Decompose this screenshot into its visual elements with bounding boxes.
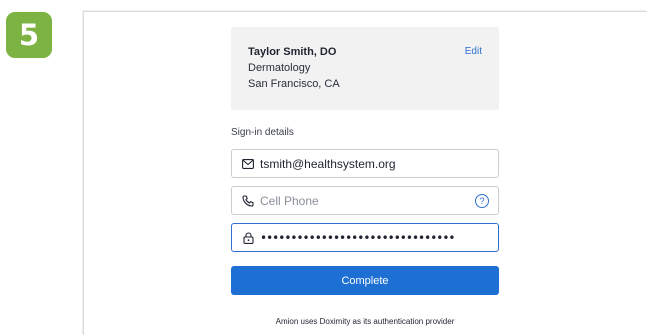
doctor-location: San Francisco, CA bbox=[248, 78, 340, 90]
complete-button[interactable]: Complete bbox=[231, 266, 499, 295]
signin-details-label: Sign-in details bbox=[231, 127, 294, 138]
doctor-profile-card: Taylor Smith, DO Dermatology San Francis… bbox=[231, 27, 499, 110]
step-number-badge: 5 bbox=[6, 12, 52, 58]
phone-icon bbox=[242, 194, 254, 207]
password-field[interactable]: •••••••••••••••••••••••••••••••• bbox=[231, 223, 499, 252]
auth-provider-note: Amion uses Doximity as its authenticatio… bbox=[275, 317, 455, 326]
email-field[interactable]: tsmith@healthsystem.org bbox=[231, 149, 499, 178]
envelope-icon bbox=[242, 158, 254, 170]
edit-profile-link[interactable]: Edit bbox=[465, 46, 482, 57]
doctor-specialty: Dermatology bbox=[248, 62, 311, 74]
password-masked-value: •••••••••••••••••••••••••••••••• bbox=[260, 230, 455, 245]
cell-phone-placeholder: Cell Phone bbox=[260, 193, 319, 208]
help-icon[interactable]: ? bbox=[475, 194, 489, 208]
doctor-name: Taylor Smith, DO bbox=[248, 46, 337, 58]
lock-icon bbox=[242, 231, 254, 244]
email-value: tsmith@healthsystem.org bbox=[260, 156, 396, 171]
cell-phone-field[interactable]: Cell Phone ? bbox=[231, 186, 499, 215]
